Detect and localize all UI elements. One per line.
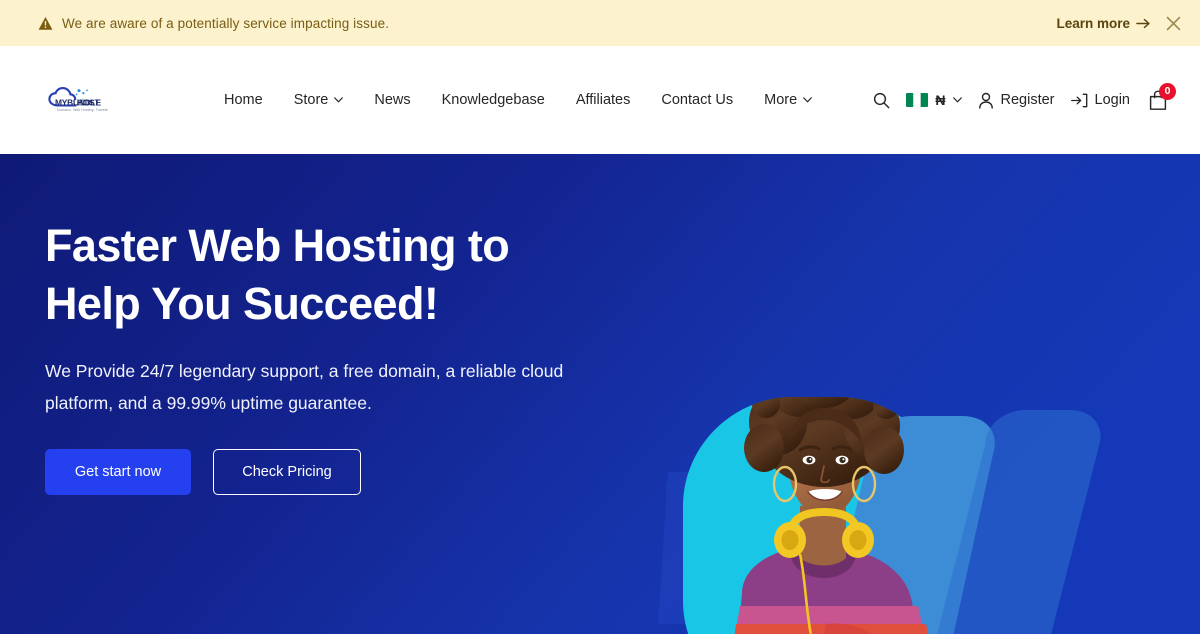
main-navigation: Home Store News Knowledgebase Affiliates…: [224, 92, 813, 108]
service-notice-bar: We are aware of a potentially service im…: [0, 0, 1200, 46]
warning-triangle-icon: [38, 16, 53, 30]
nav-item-contact-us[interactable]: Contact Us: [661, 92, 733, 108]
nav-item-knowledgebase[interactable]: Knowledgebase: [442, 92, 545, 108]
notice-text: We are aware of a potentially service im…: [62, 15, 390, 31]
chevron-down-icon: [334, 97, 344, 103]
check-pricing-button[interactable]: Check Pricing: [213, 449, 361, 495]
hero-heading: Faster Web Hosting to Help You Succeed!: [45, 217, 620, 333]
chevron-down-icon: [952, 97, 962, 103]
header-actions: ₦ Register Login 0: [873, 82, 1176, 111]
nav-label: Home: [224, 92, 263, 108]
close-icon[interactable]: [1165, 15, 1182, 32]
hero-heading-line1: Faster Web Hosting to: [45, 220, 510, 271]
nav-label: Contact Us: [661, 92, 734, 108]
get-started-button[interactable]: Get start now: [45, 449, 191, 495]
chevron-down-icon: [803, 97, 813, 103]
hero-content: Faster Web Hosting to Help You Succeed! …: [0, 154, 620, 495]
hero-section: Faster Web Hosting to Help You Succeed! …: [0, 154, 1200, 634]
hero-cta-group: Get start now Check Pricing: [45, 449, 620, 495]
nav-item-more[interactable]: More: [764, 92, 813, 108]
nav-item-store[interactable]: Store: [294, 92, 344, 108]
currency-selector[interactable]: ₦: [906, 92, 962, 108]
cart-button[interactable]: 0: [1148, 82, 1176, 111]
site-header: HOST MYBUNDLE Domains. Web Hosting. Tran…: [0, 46, 1200, 154]
svg-text:MYBUNDLE: MYBUNDLE: [55, 97, 101, 107]
nav-item-news[interactable]: News: [374, 92, 410, 108]
hero-subtext-line1: We Provide 24/7 legendary support, a fre…: [45, 361, 456, 381]
cart-count-badge: 0: [1159, 82, 1176, 100]
currency-symbol: ₦: [935, 92, 946, 108]
login-button[interactable]: Login: [1070, 92, 1130, 108]
login-label: Login: [1094, 92, 1130, 108]
notice-message: We are aware of a potentially service im…: [38, 16, 1056, 31]
svg-text:Domains. Web Hosting. Transfer: Domains. Web Hosting. Transfer: [57, 108, 108, 112]
learn-more-link[interactable]: Learn more: [1056, 16, 1151, 31]
user-icon: [978, 92, 993, 109]
register-button[interactable]: Register: [978, 92, 1055, 109]
sign-in-icon: [1070, 93, 1087, 107]
site-logo[interactable]: HOST MYBUNDLE Domains. Web Hosting. Tran…: [46, 85, 196, 115]
notice-actions: Learn more: [1056, 15, 1182, 32]
nav-label: Affiliates: [575, 92, 631, 108]
learn-more-label: Learn more: [1056, 15, 1130, 31]
nav-item-home[interactable]: Home: [224, 92, 263, 108]
nav-label: News: [374, 92, 411, 108]
nav-item-affiliates[interactable]: Affiliates: [576, 92, 631, 108]
nav-label: Store: [293, 92, 329, 108]
register-label: Register: [1000, 92, 1055, 108]
search-icon[interactable]: [873, 92, 890, 109]
nav-label: More: [764, 92, 798, 108]
hero-subtext: We Provide 24/7 legendary support, a fre…: [45, 355, 585, 419]
arrow-right-icon: [1136, 18, 1150, 28]
hero-heading-line2: Help You Succeed!: [45, 278, 439, 329]
nav-label: Knowledgebase: [441, 92, 545, 108]
nigeria-flag-icon: [906, 93, 929, 107]
cloud-logo-icon: HOST MYBUNDLE Domains. Web Hosting. Tran…: [48, 87, 108, 112]
